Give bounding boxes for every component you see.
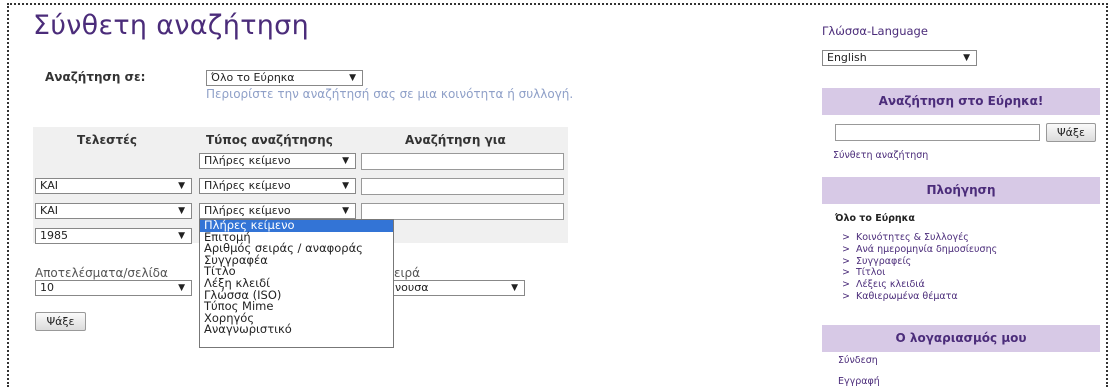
date-select[interactable]: 1985 ▼ — [35, 228, 192, 244]
register-link[interactable]: Εγγραφή — [838, 376, 880, 387]
login-link[interactable]: Σύνδεση — [838, 355, 878, 366]
chevron-right-icon: > — [842, 243, 850, 255]
type-select-1[interactable]: Πλήρες κείμενο ▼ — [199, 153, 356, 169]
nav-item-label: Καθιερωμένα θέματα — [856, 291, 958, 302]
nav-item-label: Συγγραφείς — [856, 255, 912, 267]
nav-item-label: Τίτλοι — [856, 267, 886, 279]
chevron-right-icon: > — [842, 255, 850, 267]
dropdown-option[interactable]: Αναγνωριστικό — [200, 324, 393, 336]
date-select-value: 1985 — [40, 229, 68, 242]
nav-item[interactable]: > Λέξεις κλειδιά — [842, 279, 925, 290]
type-select-3[interactable]: Πλήρες κείμενο ▼ — [199, 203, 356, 219]
sidebar-nav-header: Πλοήγηση — [822, 177, 1100, 204]
nav-item[interactable]: > Καθιερωμένα θέματα — [842, 291, 958, 302]
nav-item-label: Κοινότητες & Συλλογές — [856, 232, 969, 243]
order-select-value: νουσα — [395, 281, 429, 294]
type-select-2-value: Πλήρες κείμενο — [204, 179, 291, 192]
nav-item[interactable]: > Τίτλοι — [842, 267, 885, 278]
sidebar-account-header: Ο λογαριασμός μου — [822, 325, 1100, 352]
operator-select-3-value: ΚΑΙ — [40, 204, 58, 217]
chevron-down-icon: ▼ — [178, 231, 185, 241]
chevron-down-icon: ▼ — [963, 53, 970, 63]
chevron-right-icon: > — [842, 279, 850, 291]
scope-select-value: Όλο το Εύρηκα — [211, 71, 295, 84]
query-input-1[interactable] — [361, 153, 564, 170]
chevron-down-icon: ▼ — [178, 283, 185, 293]
sidebar-search-input[interactable] — [835, 124, 1040, 141]
chevron-down-icon: ▼ — [342, 181, 349, 191]
search-button[interactable]: Ψάξε — [35, 312, 86, 331]
page-title: Σύνθετη αναζήτηση — [33, 10, 309, 41]
operator-select-3[interactable]: ΚΑΙ ▼ — [35, 203, 192, 219]
chevron-down-icon: ▼ — [349, 73, 356, 83]
type-select-3-value: Πλήρες κείμενο — [204, 204, 291, 217]
advanced-search-link[interactable]: Σύνθετη αναζήτηση — [833, 150, 928, 161]
chevron-down-icon: ▼ — [511, 283, 518, 293]
order-label: ειρά — [394, 266, 421, 280]
chevron-right-icon: > — [842, 267, 850, 279]
nav-item[interactable]: > Ανά ημερομηνία δημοσίευσης — [842, 244, 997, 255]
sidebar-search-button[interactable]: Ψάξε — [1046, 123, 1096, 142]
chevron-down-icon: ▼ — [178, 181, 185, 191]
nav-item[interactable]: > Συγγραφείς — [842, 256, 911, 267]
language-label: Γλώσσα-Language — [822, 24, 928, 38]
chevron-down-icon: ▼ — [178, 206, 185, 216]
sidebar-search-header: Αναζήτηση στο Εύρηκα! — [822, 88, 1100, 115]
search-type-dropdown[interactable]: Πλήρες κείμενο Επιτομή Αριθμός σειράς / αν… — [199, 219, 394, 348]
query-input-2[interactable] — [361, 178, 564, 195]
language-select[interactable]: English ▼ — [822, 50, 977, 66]
header-search-for: Αναζήτηση για — [405, 133, 506, 147]
header-search-type: Τύπος αναζήτησης — [206, 133, 333, 147]
language-select-value: English — [827, 51, 867, 64]
search-in-label: Αναζήτηση σε: — [45, 70, 146, 84]
nav-item-label: Λέξεις κλειδιά — [856, 279, 925, 291]
query-input-3[interactable] — [361, 203, 564, 220]
nav-item[interactable]: > Κοινότητες & Συλλογές — [842, 232, 969, 243]
results-per-page-select[interactable]: 10 ▼ — [35, 280, 192, 296]
scope-hint: Περιορίστε την αναζήτησή σας σε μια κοιν… — [206, 87, 574, 101]
header-operators: Τελεστές — [77, 133, 137, 147]
type-select-2[interactable]: Πλήρες κείμενο ▼ — [199, 178, 356, 194]
scope-select[interactable]: Όλο το Εύρηκα ▼ — [206, 70, 363, 86]
chevron-right-icon: > — [842, 232, 850, 243]
chevron-right-icon: > — [842, 291, 850, 302]
chevron-down-icon: ▼ — [342, 156, 349, 166]
results-per-page-label: Αποτελέσματα/σελίδα — [35, 266, 168, 280]
chevron-down-icon: ▼ — [342, 206, 349, 216]
type-select-1-value: Πλήρες κείμενο — [204, 154, 291, 167]
results-per-page-value: 10 — [40, 281, 54, 294]
nav-scope: Όλο το Εύρηκα — [835, 213, 915, 224]
operator-select-2[interactable]: ΚΑΙ ▼ — [35, 178, 192, 194]
operator-select-2-value: ΚΑΙ — [40, 179, 58, 192]
nav-item-label: Ανά ημερομηνία δημοσίευσης — [856, 243, 998, 255]
